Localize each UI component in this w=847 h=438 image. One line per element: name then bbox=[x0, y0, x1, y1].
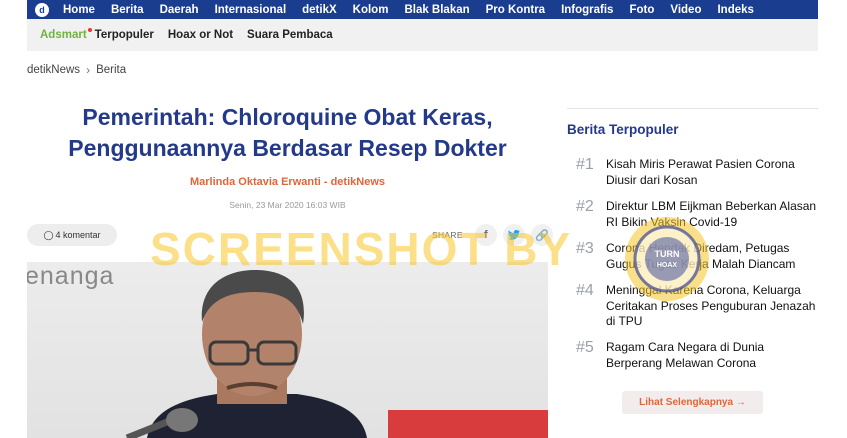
subnav-item-hoax-or-not[interactable]: Hoax or Not bbox=[168, 29, 233, 41]
popular-rank: #3 bbox=[576, 240, 594, 257]
subnav-item-suara-pembaca[interactable]: Suara Pembaca bbox=[247, 29, 333, 41]
chevron-right-icon: › bbox=[86, 63, 91, 77]
popular-item[interactable]: #4 Meninggal Karena Corona, Keluarga Cer… bbox=[576, 283, 826, 330]
nav-item-berita[interactable]: Berita bbox=[111, 4, 144, 16]
comment-icon: ◯ bbox=[43, 229, 54, 240]
popular-headline[interactable]: Meninggal Karena Corona, Keluarga Cerita… bbox=[606, 283, 821, 330]
nav-item-infografis[interactable]: Infografis bbox=[561, 4, 613, 16]
popular-rank: #1 bbox=[576, 156, 594, 173]
sidebar-divider bbox=[567, 108, 818, 109]
popular-headline[interactable]: Direktur LBM Eijkman Beberkan Alasan RI … bbox=[606, 199, 821, 230]
nav-item-indeks[interactable]: Indeks bbox=[717, 4, 753, 16]
nav-item-detikx[interactable]: detikX bbox=[302, 4, 337, 16]
subnav-item-terpopuler[interactable]: Terpopuler bbox=[95, 29, 154, 41]
comments-count: 4 komentar bbox=[55, 230, 101, 240]
popular-item[interactable]: #3 Corona Hendak Diredam, Petugas Gugus … bbox=[576, 241, 826, 272]
link-share-icon[interactable]: 🔗 bbox=[530, 224, 553, 246]
nav-item-kolom[interactable]: Kolom bbox=[353, 4, 389, 16]
popular-rank: #4 bbox=[576, 282, 594, 299]
article-photo: enanga bbox=[27, 262, 548, 438]
breadcrumb-section[interactable]: Berita bbox=[96, 64, 126, 76]
comments-button[interactable]: ◯ 4 komentar bbox=[27, 224, 117, 246]
share-bar: SHARE f 🔗 bbox=[432, 224, 553, 246]
popular-item[interactable]: #1 Kisah Miris Perawat Pasien Corona Diu… bbox=[576, 157, 826, 188]
nav-item-internasional[interactable]: Internasional bbox=[215, 4, 287, 16]
nav-item-daerah[interactable]: Daerah bbox=[160, 4, 199, 16]
popular-item[interactable]: #5 Ragam Cara Negara di Dunia Berperang … bbox=[576, 340, 826, 371]
see-more-button[interactable]: Lihat Selengkapnya → bbox=[622, 391, 763, 414]
article-date: Senin, 23 Mar 2020 16:03 WIB bbox=[229, 200, 346, 210]
breadcrumb: detikNews › Berita bbox=[27, 63, 126, 77]
popular-headline[interactable]: Ragam Cara Negara di Dunia Berperang Mel… bbox=[606, 340, 821, 371]
top-navigation-bar: d Home Berita Daerah Internasional detik… bbox=[27, 0, 818, 19]
popular-headline[interactable]: Corona Hendak Diredam, Petugas Gugus Tug… bbox=[606, 241, 821, 272]
sidebar-title: Berita Terpopuler bbox=[567, 122, 679, 137]
popular-rank: #2 bbox=[576, 198, 594, 215]
share-label: SHARE bbox=[432, 230, 463, 240]
nav-item-home[interactable]: Home bbox=[63, 4, 95, 16]
popular-rank: #5 bbox=[576, 339, 594, 356]
adsmart-link[interactable]: Adsmart bbox=[40, 28, 92, 41]
breadcrumb-site[interactable]: detikNews bbox=[27, 64, 80, 76]
facebook-share-icon[interactable]: f bbox=[474, 224, 497, 246]
article-author[interactable]: Marlinda Oktavia Erwanti - detikNews bbox=[27, 176, 548, 188]
nav-item-video[interactable]: Video bbox=[670, 4, 701, 16]
popular-headline[interactable]: Kisah Miris Perawat Pasien Corona Diusir… bbox=[606, 157, 821, 188]
nav-item-foto[interactable]: Foto bbox=[629, 4, 654, 16]
sub-navigation-bar: Adsmart Terpopuler Hoax or Not Suara Pem… bbox=[27, 19, 818, 51]
popular-item[interactable]: #2 Direktur LBM Eijkman Beberkan Alasan … bbox=[576, 199, 826, 230]
nav-item-pro-kontra[interactable]: Pro Kontra bbox=[486, 4, 545, 16]
speaker-portrait bbox=[125, 270, 367, 438]
detik-logo[interactable]: d bbox=[35, 2, 49, 17]
article-title: Pemerintah: Chloroquine Obat Keras, Peng… bbox=[68, 104, 507, 161]
nav-item-blak-blakan[interactable]: Blak Blakan bbox=[404, 4, 469, 16]
twitter-share-icon[interactable] bbox=[502, 224, 525, 246]
